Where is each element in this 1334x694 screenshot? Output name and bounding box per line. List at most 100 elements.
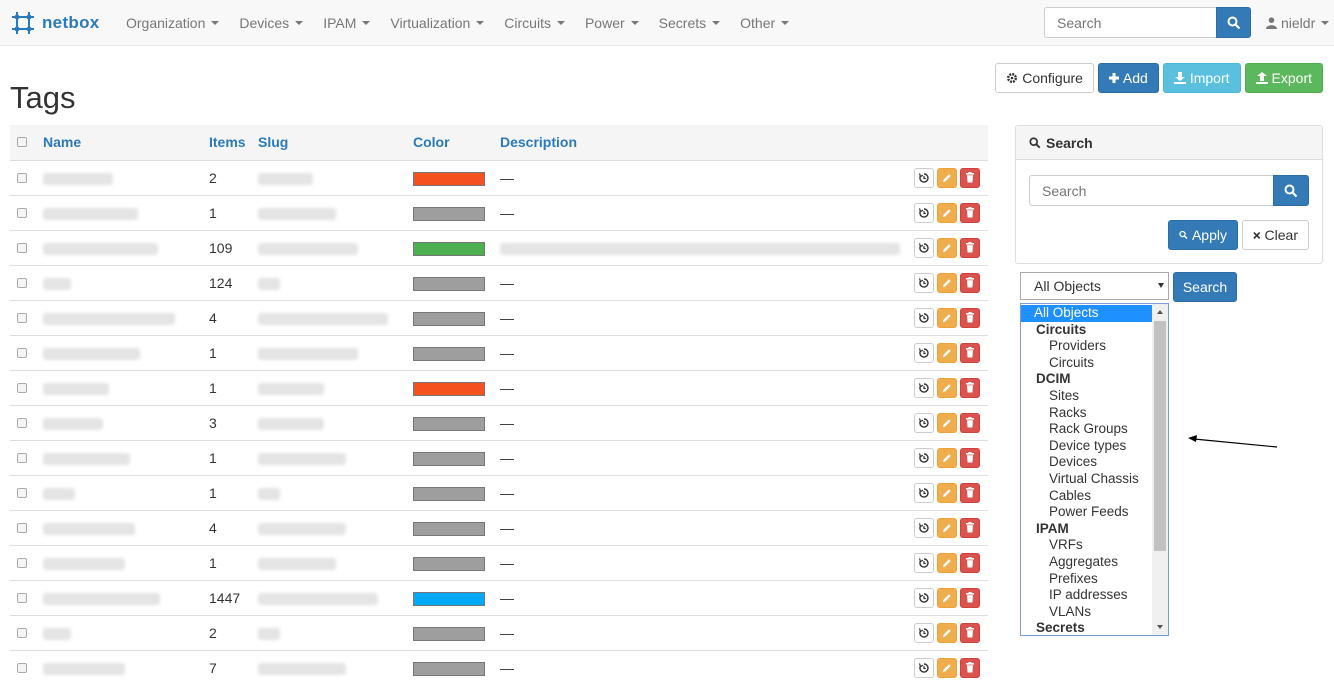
- tag-name-link[interactable]: [43, 522, 135, 535]
- delete-button[interactable]: [960, 377, 980, 398]
- row-checkbox[interactable]: [17, 382, 27, 393]
- add-button[interactable]: Add: [1097, 63, 1159, 93]
- delete-button[interactable]: [960, 272, 980, 293]
- dropdown-option[interactable]: Device types: [1021, 438, 1153, 455]
- dropdown-option[interactable]: VLANs: [1021, 604, 1153, 621]
- tag-name-link[interactable]: [43, 557, 125, 570]
- dropdown-option[interactable]: IP addresses: [1021, 587, 1153, 604]
- row-checkbox[interactable]: [17, 627, 27, 638]
- changelog-button[interactable]: [914, 657, 934, 678]
- delete-button[interactable]: [960, 447, 980, 468]
- changelog-button[interactable]: [914, 447, 934, 468]
- dropdown-scrollbar[interactable]: [1152, 304, 1168, 635]
- tag-name-link[interactable]: [43, 663, 125, 676]
- delete-button[interactable]: [960, 517, 980, 538]
- col-name[interactable]: Name: [43, 125, 209, 161]
- configure-button[interactable]: Configure: [995, 63, 1094, 93]
- row-checkbox[interactable]: [17, 487, 27, 498]
- col-description[interactable]: Description: [500, 125, 908, 161]
- changelog-button[interactable]: [914, 552, 934, 573]
- edit-button[interactable]: [937, 657, 957, 678]
- dropdown-option[interactable]: Aggregates: [1021, 554, 1153, 571]
- changelog-button[interactable]: [914, 482, 934, 503]
- row-checkbox[interactable]: [17, 207, 27, 218]
- tag-name-link[interactable]: [43, 627, 71, 640]
- changelog-button[interactable]: [914, 587, 934, 608]
- col-items[interactable]: Items: [209, 125, 258, 161]
- edit-button[interactable]: [937, 237, 957, 258]
- changelog-button[interactable]: [914, 342, 934, 363]
- select-all-checkbox[interactable]: [17, 137, 27, 148]
- clear-button[interactable]: Clear: [1242, 220, 1309, 250]
- changelog-button[interactable]: [914, 307, 934, 328]
- panel-search-button[interactable]: [1273, 175, 1309, 206]
- row-checkbox[interactable]: [17, 557, 27, 568]
- delete-button[interactable]: [960, 202, 980, 223]
- dropdown-option[interactable]: Rack Groups: [1021, 421, 1153, 438]
- tag-name-link[interactable]: [43, 347, 140, 360]
- row-checkbox[interactable]: [17, 417, 27, 428]
- delete-button[interactable]: [960, 587, 980, 608]
- edit-button[interactable]: [937, 622, 957, 643]
- delete-button[interactable]: [960, 482, 980, 503]
- dropdown-option[interactable]: Providers: [1021, 338, 1153, 355]
- edit-button[interactable]: [937, 167, 957, 188]
- dropdown-option[interactable]: Devices: [1021, 454, 1153, 471]
- dropdown-option[interactable]: Cables: [1021, 488, 1153, 505]
- changelog-button[interactable]: [914, 237, 934, 258]
- nav-devices[interactable]: Devices: [229, 0, 313, 46]
- delete-button[interactable]: [960, 657, 980, 678]
- row-checkbox[interactable]: [17, 662, 27, 673]
- delete-button[interactable]: [960, 412, 980, 433]
- delete-button[interactable]: [960, 237, 980, 258]
- row-checkbox[interactable]: [17, 277, 27, 288]
- changelog-button[interactable]: [914, 622, 934, 643]
- nav-ipam[interactable]: IPAM: [313, 0, 380, 46]
- nav-other[interactable]: Other: [730, 0, 799, 46]
- delete-button[interactable]: [960, 167, 980, 188]
- scroll-thumb[interactable]: [1154, 321, 1166, 551]
- nav-circuits[interactable]: Circuits: [494, 0, 575, 46]
- scroll-down-button[interactable]: [1152, 619, 1168, 635]
- tag-name-link[interactable]: [43, 382, 109, 395]
- user-menu[interactable]: nieldr: [1266, 0, 1330, 46]
- col-color[interactable]: Color: [413, 125, 500, 161]
- edit-button[interactable]: [937, 202, 957, 223]
- dropdown-option[interactable]: Sites: [1021, 388, 1153, 405]
- delete-button[interactable]: [960, 342, 980, 363]
- nav-virtualization[interactable]: Virtualization: [380, 0, 494, 46]
- changelog-button[interactable]: [914, 517, 934, 538]
- brand-logo[interactable]: netbox: [10, 10, 100, 36]
- tag-name-link[interactable]: [43, 417, 103, 430]
- tag-name-link[interactable]: [43, 242, 158, 255]
- import-button[interactable]: Import: [1162, 63, 1241, 93]
- scroll-up-button[interactable]: [1152, 304, 1168, 320]
- edit-button[interactable]: [937, 377, 957, 398]
- dropdown-option[interactable]: Prefixes: [1021, 571, 1153, 588]
- changelog-button[interactable]: [914, 412, 934, 433]
- edit-button[interactable]: [937, 447, 957, 468]
- row-checkbox[interactable]: [17, 452, 27, 463]
- export-button[interactable]: Export: [1244, 63, 1323, 93]
- changelog-button[interactable]: [914, 377, 934, 398]
- delete-button[interactable]: [960, 622, 980, 643]
- edit-button[interactable]: [937, 517, 957, 538]
- col-slug[interactable]: Slug: [258, 125, 413, 161]
- tag-name-link[interactable]: [43, 207, 138, 220]
- tag-name-link[interactable]: [43, 172, 113, 185]
- dropdown-option[interactable]: Circuits: [1021, 355, 1153, 372]
- delete-button[interactable]: [960, 552, 980, 573]
- row-checkbox[interactable]: [17, 592, 27, 603]
- edit-button[interactable]: [937, 482, 957, 503]
- object-search-button[interactable]: Search: [1173, 272, 1237, 302]
- edit-button[interactable]: [937, 272, 957, 293]
- tag-name-link[interactable]: [43, 452, 130, 465]
- row-checkbox[interactable]: [17, 242, 27, 253]
- dropdown-option[interactable]: All Objects: [1021, 305, 1153, 322]
- tag-name-link[interactable]: [43, 592, 160, 605]
- object-type-select[interactable]: All Objects: [1020, 272, 1169, 300]
- edit-button[interactable]: [937, 552, 957, 573]
- nav-secrets[interactable]: Secrets: [649, 0, 730, 46]
- tag-name-link[interactable]: [43, 277, 71, 290]
- edit-button[interactable]: [937, 307, 957, 328]
